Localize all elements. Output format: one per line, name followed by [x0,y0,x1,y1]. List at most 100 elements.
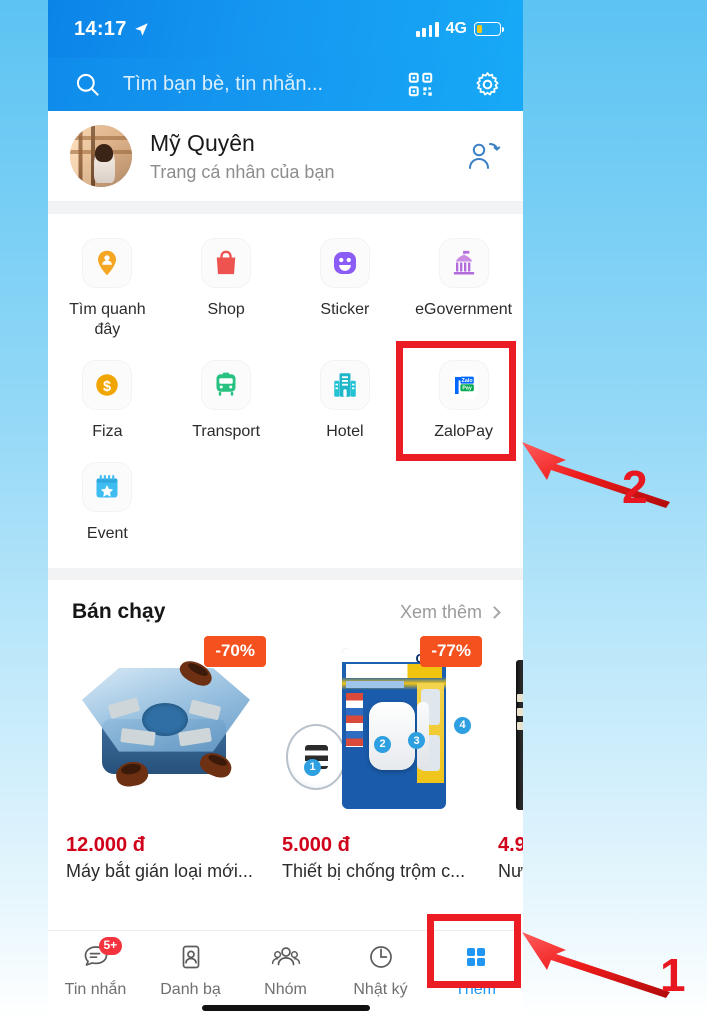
service-empty [167,450,286,552]
callout-number-1: 1 [304,758,321,776]
tab-nhom[interactable]: Nhóm [238,941,333,999]
service-tim-quanh-day[interactable]: Tìm quanh đây [48,226,167,348]
service-tile[interactable] [201,360,252,410]
unread-badge: 5+ [98,937,123,955]
service-tile[interactable]: $ [82,360,133,410]
service-label: Sticker [320,301,370,318]
search-icon[interactable] [74,71,101,98]
callout-number-4: 4 [454,716,471,734]
see-more-button[interactable]: Xem thêm [399,601,501,623]
service-tile[interactable] [319,360,370,410]
best-sellers-header: Bán chạy Xem thêm [48,580,523,636]
battery-low-icon [474,22,505,36]
service-label: Hotel [326,423,364,440]
service-tile[interactable] [82,462,133,512]
discount-badge: -77% [420,636,482,667]
service-label: Tìm quanh đây [69,301,146,338]
hotel-building-icon [334,373,356,397]
service-fiza[interactable]: $ Fiza [48,348,167,450]
profile-row[interactable]: Mỹ Quyên Trang cá nhân của bạn [48,111,523,202]
contact-card-icon [175,941,207,973]
alarm-package-illustration: CE [342,647,446,809]
service-shop[interactable]: Shop [167,226,286,348]
tab-nhat-ky[interactable]: Nhật ký [333,941,428,999]
see-more-label: Xem thêm [399,601,482,622]
product-name: Nướ [498,861,523,881]
message-bubble-icon: 5+ [80,937,123,973]
gear-icon[interactable] [474,71,501,98]
product-card[interactable]: -70% 12.000 đ Máy bắt gián loại mới... [66,636,266,882]
svg-text:$: $ [103,379,111,395]
service-egovernment[interactable]: eGovernment [404,226,523,348]
section-title: Bán chạy [72,600,166,623]
avatar[interactable] [70,125,132,187]
service-tile[interactable] [82,238,133,288]
service-transport[interactable]: Transport [167,348,286,450]
tab-label: Nhóm [264,981,307,998]
service-label: Event [86,525,128,542]
service-hotel[interactable]: Hotel [286,348,405,450]
status-bar-left: 14:17 [74,18,149,41]
product-price: 4.90 [498,834,523,856]
network-label: 4G [445,20,467,37]
tab-danh-ba[interactable]: Danh bạ [143,941,238,999]
service-empty [286,450,405,552]
government-building-icon [453,250,474,275]
signal-bars-icon [415,21,439,37]
highlight-box-them [427,914,521,988]
services-row-3: Event [48,450,523,552]
status-bar: 14:17 4G [48,0,523,58]
discount-badge: -70% [204,636,266,667]
bus-icon [216,372,236,396]
home-indicator [201,1005,370,1011]
status-bar-right: 4G [415,20,505,38]
add-friend-icon[interactable] [465,138,501,174]
product-card[interactable]: 4.90 Nướ [498,636,523,882]
profile-text: Mỹ Quyên Trang cá nhân của bạn [150,129,447,183]
tab-label: Tin nhắn [64,981,127,998]
service-event[interactable]: Event [48,450,167,552]
product-image: -70% [66,636,266,828]
annotation-arrow-1 [522,932,670,998]
service-label: eGovernment [415,301,513,318]
clock-diary-icon [365,941,397,973]
tab-tin-nhan[interactable]: 5+ Tin nhắn [48,937,143,999]
service-label: Transport [192,423,261,440]
service-tile[interactable] [201,238,252,288]
section-divider-1 [48,202,523,214]
service-tile[interactable] [438,238,489,288]
service-label: Fiza [92,423,123,440]
qr-code-icon[interactable] [407,71,434,98]
callout-number-2: 2 [374,735,391,753]
tab-label: Nhật ký [353,981,408,998]
product-image: -77% CE 1 [282,636,482,828]
chevron-right-icon [488,605,501,619]
section-divider-2 [48,568,523,580]
location-arrow-icon [134,22,148,36]
annotation-step-2: 2 [622,461,648,513]
page-backdrop: 14:17 4G Tìm bạn bè, tin nhắn... Mỹ Quyê… [0,0,707,1020]
annotation-step-1: 1 [660,949,686,1001]
product-price: 12.000 đ [66,834,145,856]
product-rail[interactable]: -70% 12.000 đ Máy bắt gián loại mới... -… [48,636,523,882]
product-detail-callout [286,724,346,790]
service-sticker[interactable]: Sticker [286,226,405,348]
smiley-sticker-icon [333,252,356,274]
dollar-coin-icon: $ [96,374,119,396]
tab-label: Danh bạ [160,981,221,998]
callout-number-3: 3 [408,732,425,749]
calendar-star-icon [96,474,118,498]
roach-trap-illustration [82,656,250,790]
service-empty [404,450,523,552]
product-card[interactable]: -77% CE 1 [282,636,482,882]
product-name: Thiết bị chống trộm c... [282,861,466,881]
profile-subtitle: Trang cá nhân của bạn [150,161,335,182]
profile-name: Mỹ Quyên [150,130,255,157]
services-row-1: Tìm quanh đây Shop Sticker eGovernment [48,226,523,348]
service-tile[interactable] [319,238,370,288]
service-label: Shop [207,301,245,318]
search-bar[interactable]: Tìm bạn bè, tin nhắn... [48,58,523,111]
product-name: Máy bắt gián loại mới... [66,861,253,881]
annotation-arrow-2 [522,442,670,508]
search-input[interactable]: Tìm bạn bè, tin nhắn... [115,73,393,96]
